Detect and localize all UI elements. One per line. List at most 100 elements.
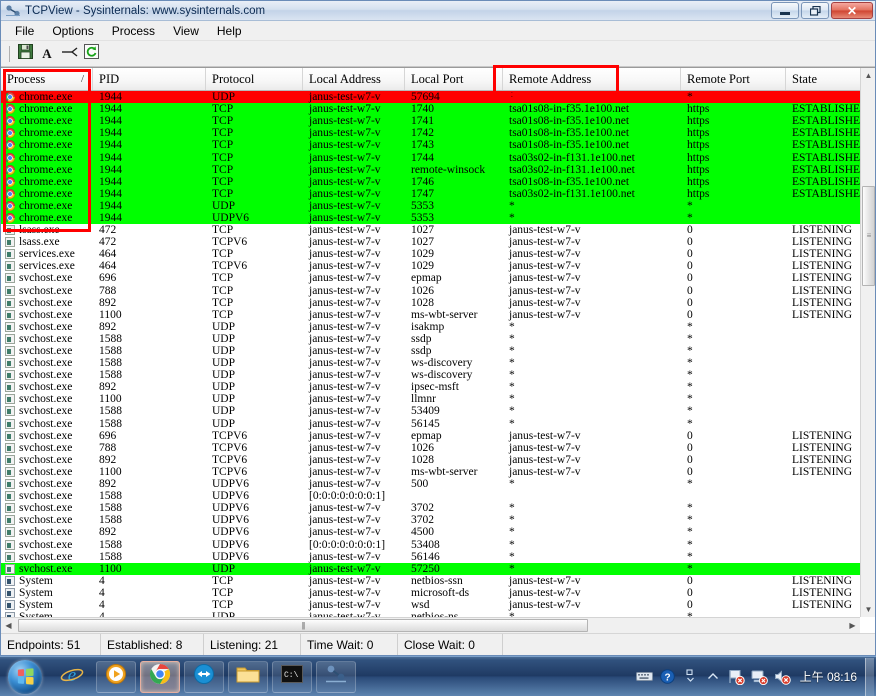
table-row[interactable]: chrome.exe 1944 TCP janus-test-w7-v 1743 tsa0…: [1, 139, 860, 152]
table-row[interactable]: chrome.exe 1944 UDP janus-test-w7-v 57694 * *: [1, 91, 860, 104]
table-row[interactable]: services.exe 464 TCPV6 janus-test-w7-v 1029 j…: [1, 260, 860, 273]
cell-remote-port: 0: [687, 224, 693, 237]
scroll-left-icon[interactable]: ◀: [1, 618, 16, 633]
column-header-protocol[interactable]: Protocol: [206, 68, 303, 90]
cell-state: LISTENING: [792, 465, 853, 478]
table-row[interactable]: lsass.exe 472 TCP janus-test-w7-v 1027 janus-…: [1, 224, 860, 237]
table-row[interactable]: chrome.exe 1944 UDPV6 janus-test-w7-v 5353 * *: [1, 211, 860, 225]
refresh-button[interactable]: [80, 43, 102, 64]
start-button[interactable]: [2, 659, 48, 695]
table-row[interactable]: chrome.exe 1944 TCP janus-test-w7-v 1742 tsa0…: [1, 127, 860, 140]
connection-rows: chrome.exe 1944 UDP janus-test-w7-v 57694 * * c…: [1, 91, 860, 617]
menu-item-view[interactable]: View: [164, 22, 208, 40]
taskbar-tcpview[interactable]: [316, 660, 356, 693]
table-row[interactable]: svchost.exe 1100 UDP janus-test-w7-v llmnr * *: [1, 393, 860, 406]
resolve-addresses-button[interactable]: [58, 44, 80, 64]
table-row[interactable]: svchost.exe 892 UDPV6 janus-test-w7-v 500 * *: [1, 478, 860, 491]
table-row[interactable]: svchost.exe 1588 UDPV6 janus-test-w7-v 3702 *…: [1, 502, 860, 515]
volume-icon[interactable]: [773, 661, 792, 693]
taskbar-windows-explorer[interactable]: [228, 660, 268, 693]
table-row[interactable]: lsass.exe 472 TCPV6 janus-test-w7-v 1027 janu…: [1, 236, 860, 249]
table-row[interactable]: chrome.exe 1944 TCP janus-test-w7-v 1746 tsa0…: [1, 175, 860, 188]
table-row[interactable]: svchost.exe 1588 UDP janus-test-w7-v 53409 * *: [1, 405, 860, 418]
help-icon[interactable]: ?: [658, 661, 677, 693]
table-row[interactable]: svchost.exe 1588 UDPV6 [0:0:0:0:0:0:0:1] 534…: [1, 538, 860, 551]
menu-item-help[interactable]: Help: [208, 22, 251, 40]
close-button[interactable]: ✕: [831, 2, 873, 19]
table-row[interactable]: System 4 TCP janus-test-w7-v microsoft-ds jan…: [1, 586, 860, 599]
menu-item-options[interactable]: Options: [43, 22, 102, 40]
horizontal-scroll-thumb[interactable]: |||: [18, 619, 588, 632]
table-row[interactable]: svchost.exe 1588 UDPV6 janus-test-w7-v 3702 *…: [1, 514, 860, 527]
connections-list[interactable]: Process / PID Protocol Local Address Local Po…: [1, 68, 860, 617]
horizontal-scrollbar[interactable]: ◀ ||| ▶: [1, 617, 860, 633]
table-row[interactable]: svchost.exe 892 TCP janus-test-w7-v 1028 janu…: [1, 296, 860, 309]
table-row[interactable]: System 4 TCP janus-test-w7-v wsd janus-test-w…: [1, 598, 860, 612]
cell-pid: 1588: [99, 502, 122, 515]
table-row[interactable]: svchost.exe 1588 UDPV6 [0:0:0:0:0:0:0:1]: [1, 490, 860, 503]
table-row[interactable]: chrome.exe 1944 TCP janus-test-w7-v 1741 tsa0…: [1, 115, 860, 128]
column-header-state[interactable]: State: [786, 68, 860, 90]
taskbar-media-player[interactable]: [96, 660, 136, 693]
font-button[interactable]: A: [36, 44, 58, 64]
table-row[interactable]: svchost.exe 1588 UDP janus-test-w7-v ws-disc…: [1, 369, 860, 382]
cell-state: ESTABLISHED: [792, 139, 860, 152]
table-row[interactable]: svchost.exe 696 TCP janus-test-w7-v epmap jan…: [1, 272, 860, 285]
table-row[interactable]: services.exe 464 TCP janus-test-w7-v 1029 jan…: [1, 248, 860, 261]
network-icon[interactable]: [750, 661, 769, 693]
vertical-scrollbar[interactable]: ▲ ≡ ▼: [860, 68, 875, 617]
table-row[interactable]: svchost.exe 1588 UDP janus-test-w7-v ws-disc…: [1, 357, 860, 370]
table-row[interactable]: svchost.exe 892 UDP janus-test-w7-v ipsec-ms…: [1, 381, 860, 394]
chevron-up-icon[interactable]: [704, 661, 723, 693]
cell-remote-port: https: [687, 103, 710, 116]
column-header-local-port[interactable]: Local Port: [405, 68, 503, 90]
column-header-pid[interactable]: PID: [93, 68, 206, 90]
taskbar-clock[interactable]: 上午 08:16: [794, 668, 863, 685]
table-row[interactable]: svchost.exe 892 TCPV6 janus-test-w7-v 1028 ja…: [1, 453, 860, 466]
table-row[interactable]: svchost.exe 1100 TCP janus-test-w7-v ms-wbt-…: [1, 308, 860, 321]
show-hidden-icons-icon[interactable]: [681, 661, 700, 693]
menu-item-file[interactable]: File: [6, 22, 43, 40]
action-center-flag-icon[interactable]: [727, 661, 746, 693]
table-row[interactable]: System 4 TCP janus-test-w7-v netbios-ssn janu…: [1, 574, 860, 587]
vertical-scroll-thumb[interactable]: ≡: [862, 186, 875, 286]
column-header-remote-port[interactable]: Remote Port: [681, 68, 786, 90]
scroll-up-icon[interactable]: ▲: [861, 68, 875, 83]
keyboard-icon[interactable]: [635, 661, 654, 693]
show-desktop-button[interactable]: [865, 657, 874, 696]
scroll-down-icon[interactable]: ▼: [861, 602, 875, 617]
column-header-local-address[interactable]: Local Address: [303, 68, 405, 90]
table-row[interactable]: chrome.exe 1944 TCP janus-test-w7-v 1740 tsa0…: [1, 103, 860, 116]
table-row[interactable]: svchost.exe 892 UDPV6 janus-test-w7-v 4500 * *: [1, 526, 860, 539]
table-row[interactable]: chrome.exe 1944 TCP janus-test-w7-v remote-w…: [1, 163, 860, 176]
table-row[interactable]: svchost.exe 1588 UDP janus-test-w7-v ssdp * *: [1, 344, 860, 358]
table-row[interactable]: svchost.exe 892 UDP janus-test-w7-v isakmp * *: [1, 320, 860, 333]
svc-process-icon: [5, 261, 15, 272]
table-row[interactable]: svchost.exe 1100 TCPV6 janus-test-w7-v ms-wb…: [1, 465, 860, 478]
taskbar-command-prompt[interactable]: C:\: [272, 660, 312, 693]
table-row[interactable]: svchost.exe 1588 UDP janus-test-w7-v ssdp * *: [1, 332, 860, 345]
cell-local-port: 1029: [411, 260, 434, 273]
menu-item-process[interactable]: Process: [103, 22, 164, 40]
cell-protocol: UDP: [212, 381, 236, 394]
table-row[interactable]: svchost.exe 1588 UDPV6 janus-test-w7-v 56146…: [1, 550, 860, 563]
table-row[interactable]: svchost.exe 788 TCP janus-test-w7-v 1026 janu…: [1, 284, 860, 297]
taskbar-teamviewer[interactable]: [184, 660, 224, 693]
table-row[interactable]: svchost.exe 788 TCPV6 janus-test-w7-v 1026 ja…: [1, 441, 860, 454]
table-row[interactable]: svchost.exe 1588 UDP janus-test-w7-v 56145 * *: [1, 417, 860, 430]
table-row[interactable]: chrome.exe 1944 UDP janus-test-w7-v 5353 * *: [1, 199, 860, 212]
column-header-process[interactable]: Process /: [1, 68, 93, 90]
minimize-button[interactable]: [771, 2, 799, 19]
column-header-label: Local Address: [309, 71, 381, 86]
table-row[interactable]: svchost.exe 696 TCPV6 janus-test-w7-v epmap j…: [1, 429, 860, 442]
restore-button[interactable]: [801, 2, 829, 19]
table-row[interactable]: chrome.exe 1944 TCP janus-test-w7-v 1744 tsa0…: [1, 151, 860, 164]
scroll-right-icon[interactable]: ▶: [845, 618, 860, 633]
taskbar-internet-explorer[interactable]: e: [52, 661, 92, 693]
taskbar-google-chrome[interactable]: [140, 660, 180, 693]
cell-process: svchost.exe: [1, 478, 93, 490]
table-row[interactable]: chrome.exe 1944 TCP janus-test-w7-v 1747 tsa0…: [1, 187, 860, 200]
column-header-remote-address[interactable]: Remote Address: [503, 68, 681, 90]
save-button[interactable]: [14, 43, 36, 64]
table-row[interactable]: svchost.exe 1100 UDP janus-test-w7-v 57250 * *: [1, 562, 860, 575]
